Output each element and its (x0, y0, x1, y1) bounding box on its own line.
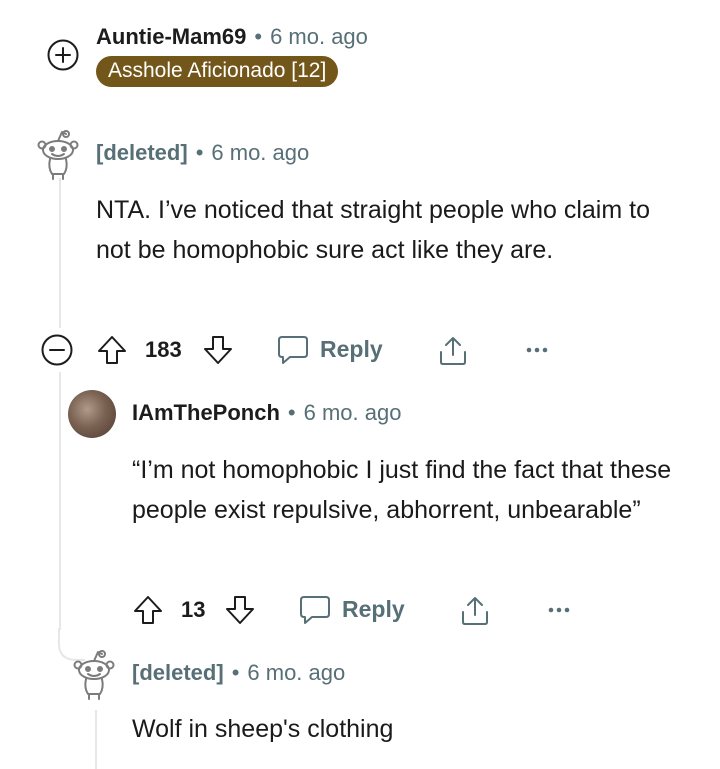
thread-line (59, 178, 61, 328)
upvote-arrow-icon (134, 596, 162, 624)
comment-body: Wolf in sheep's clothing (132, 715, 394, 743)
reply-bubble-icon (300, 596, 330, 624)
downvote-button[interactable] (202, 334, 234, 371)
username-link[interactable]: IAmThePonch (132, 400, 280, 426)
username-link: [deleted] (132, 660, 224, 685)
more-dots-icon (548, 607, 570, 613)
snoo-deleted-icon (37, 130, 79, 180)
downvote-arrow-icon (204, 336, 232, 364)
comment-timestamp: 6 mo. ago (211, 140, 310, 165)
username-link: [deleted] (96, 140, 188, 165)
username-link[interactable]: Auntie-Mam69 (96, 24, 246, 50)
upvote-button[interactable] (132, 594, 164, 631)
downvote-arrow-icon (226, 596, 254, 624)
comment-body: NTA. I’ve noticed that straight people w… (96, 196, 650, 264)
reply-label: Reply (320, 335, 383, 362)
comment-timestamp: 6 mo. ago (247, 660, 346, 685)
comment-header: [deleted] • 6 mo. ago (96, 140, 309, 166)
deleted-avatar (36, 128, 80, 180)
collapse-thread-button[interactable] (40, 333, 74, 367)
expand-plus-icon (47, 39, 79, 71)
meta-separator: • (231, 660, 240, 685)
comment-header: IAmThePonch • 6 mo. ago (132, 400, 401, 426)
vote-count: 183 (145, 337, 182, 362)
collapse-minus-icon (41, 334, 73, 366)
meta-separator: • (254, 24, 263, 49)
share-button[interactable] (436, 334, 470, 373)
expand-thread-button[interactable] (46, 38, 80, 72)
thread-line (95, 710, 97, 769)
snoo-deleted-icon (73, 650, 115, 700)
reply-button[interactable]: Reply (276, 332, 383, 366)
user-avatar[interactable] (68, 390, 116, 438)
comment-timestamp: 6 mo. ago (303, 400, 402, 425)
upvote-button[interactable] (96, 334, 128, 371)
comment-header: Auntie-Mam69 • 6 mo. ago (96, 24, 368, 50)
share-icon (462, 597, 488, 625)
meta-separator: • (195, 140, 204, 165)
deleted-avatar (72, 648, 116, 700)
reply-bubble-icon (278, 336, 308, 364)
more-options-button[interactable] (524, 340, 550, 365)
upvote-arrow-icon (98, 336, 126, 364)
comment-timestamp: 6 mo. ago (270, 24, 368, 49)
share-icon (440, 337, 466, 365)
more-dots-icon (526, 347, 548, 353)
user-flair-wrap: Asshole Aficionado [12] (96, 56, 339, 87)
share-button[interactable] (458, 594, 492, 633)
meta-separator: • (287, 400, 296, 425)
thread-line (59, 372, 61, 630)
downvote-button[interactable] (224, 594, 256, 631)
vote-count: 13 (181, 597, 206, 622)
comment-header: [deleted] • 6 mo. ago (132, 660, 345, 686)
reply-label: Reply (342, 595, 405, 622)
reply-button[interactable]: Reply (298, 592, 405, 626)
more-options-button[interactable] (546, 600, 572, 625)
user-flair: Asshole Aficionado [12] (96, 56, 339, 87)
comment-body: “I’m not homophobic I just find the fact… (132, 456, 672, 524)
